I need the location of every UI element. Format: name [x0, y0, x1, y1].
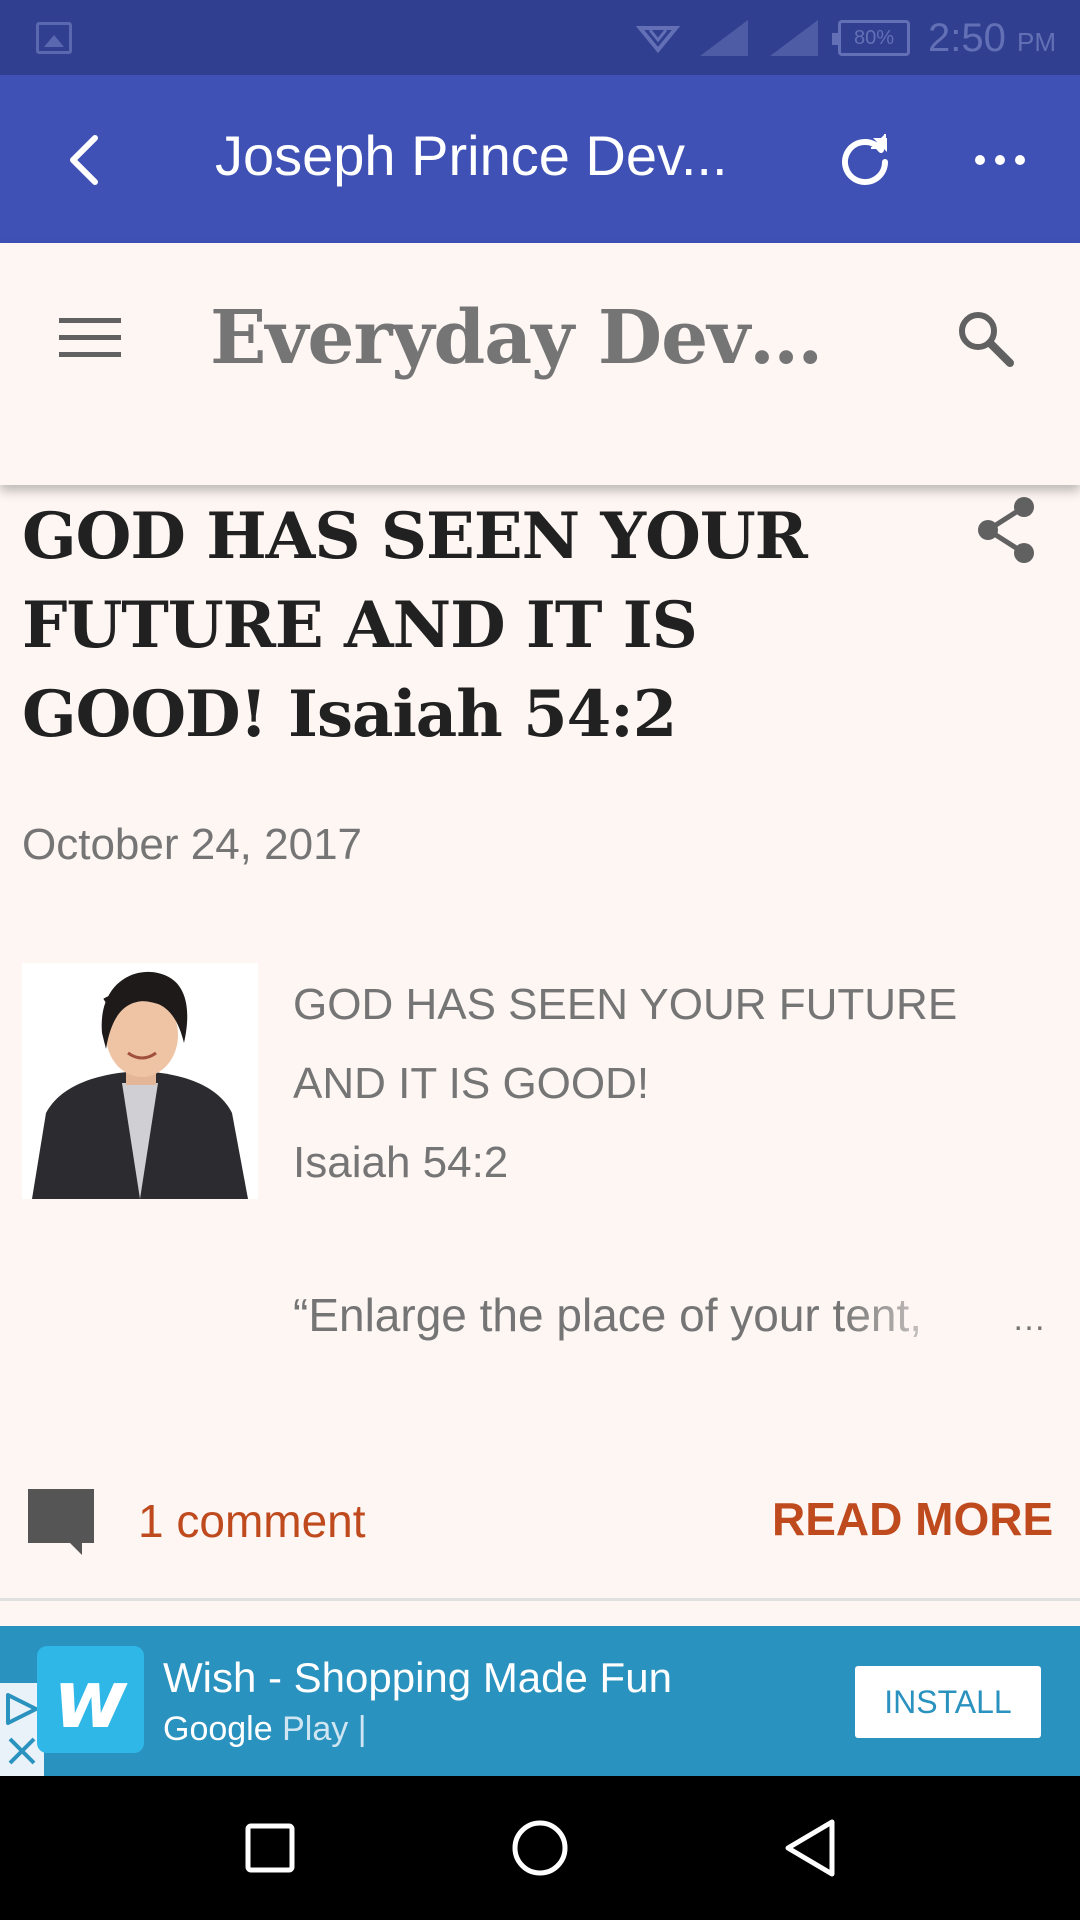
signal-icon	[700, 20, 749, 56]
post-snippet: GOD HAS SEEN YOUR FUTURE AND IT IS GOOD!…	[293, 965, 1053, 1202]
text-fade	[840, 1280, 980, 1360]
comment-icon[interactable]	[26, 1487, 96, 1557]
share-button[interactable]	[970, 490, 1042, 570]
app-bar: Joseph Prince Dev...	[0, 75, 1080, 243]
comment-count-link[interactable]: 1 comment	[138, 1494, 366, 1548]
ad-separator: |	[357, 1710, 367, 1748]
hamburger-menu-icon	[59, 318, 121, 357]
more-horizontal-icon	[975, 155, 1025, 165]
recents-square-icon	[245, 1823, 295, 1873]
recents-button[interactable]	[234, 1812, 306, 1884]
status-bar: 80% 2:50 PM	[0, 0, 1080, 75]
google-label: Google	[163, 1710, 273, 1748]
snippet-line: GOD HAS SEEN YOUR FUTURE	[293, 980, 958, 1029]
install-button[interactable]: INSTALL	[855, 1666, 1041, 1738]
signal-icon	[770, 20, 819, 56]
snippet-line: AND IT IS GOOD!	[293, 1059, 650, 1108]
post-quote: “Enlarge the place of your tent,	[293, 1289, 923, 1341]
more-options-button[interactable]	[965, 125, 1035, 195]
back-button[interactable]	[50, 125, 120, 195]
nav-back-button[interactable]	[774, 1812, 846, 1884]
play-label: Play	[282, 1710, 349, 1748]
refresh-icon	[842, 134, 888, 185]
clock-ampm: PM	[1017, 26, 1056, 57]
app-title: Joseph Prince Dev...	[215, 124, 728, 187]
divider	[0, 1598, 1080, 1601]
ad-store: Google Play |	[163, 1710, 367, 1749]
status-icons: 80% 2:50 PM	[636, 10, 1056, 66]
clock: 2:50 PM	[928, 16, 1056, 61]
wish-logo: w	[37, 1646, 144, 1753]
image-notification-icon	[36, 22, 72, 54]
home-circle-icon	[512, 1820, 568, 1876]
clock-time: 2:50	[928, 15, 1006, 60]
data-saver-icon	[636, 26, 681, 54]
system-nav-bar	[0, 1776, 1080, 1920]
snippet-ellipsis: …	[1012, 1300, 1046, 1338]
snippet-line: Isaiah 54:2	[293, 1138, 509, 1187]
search-icon	[959, 312, 1014, 367]
home-button[interactable]	[504, 1812, 576, 1884]
battery-icon: 80%	[832, 20, 911, 56]
refresh-button[interactable]	[830, 125, 900, 195]
battery-level: 80%	[854, 26, 895, 49]
blog-title[interactable]: Everyday Devot...	[210, 295, 850, 381]
menu-button[interactable]	[50, 298, 130, 378]
author-photo[interactable]	[22, 963, 258, 1199]
search-button[interactable]	[945, 298, 1025, 378]
adchoices-play-icon	[6, 1693, 38, 1725]
close-icon[interactable]	[6, 1735, 38, 1767]
post-date: October 24, 2017	[22, 820, 363, 869]
ad-banner[interactable]: w Wish - Shopping Made Fun Google Play |…	[0, 1626, 1080, 1776]
blog-header: Everyday Devot...	[0, 243, 1080, 485]
back-arrow-icon	[70, 135, 98, 185]
back-triangle-icon	[785, 1819, 835, 1877]
read-more-link[interactable]: READ MORE	[772, 1492, 1053, 1546]
share-icon	[978, 497, 1034, 563]
ad-title[interactable]: Wish - Shopping Made Fun	[163, 1654, 672, 1702]
post-title[interactable]: GOD HAS SEEN YOUR FUTURE AND IT IS GOOD!…	[22, 492, 922, 759]
